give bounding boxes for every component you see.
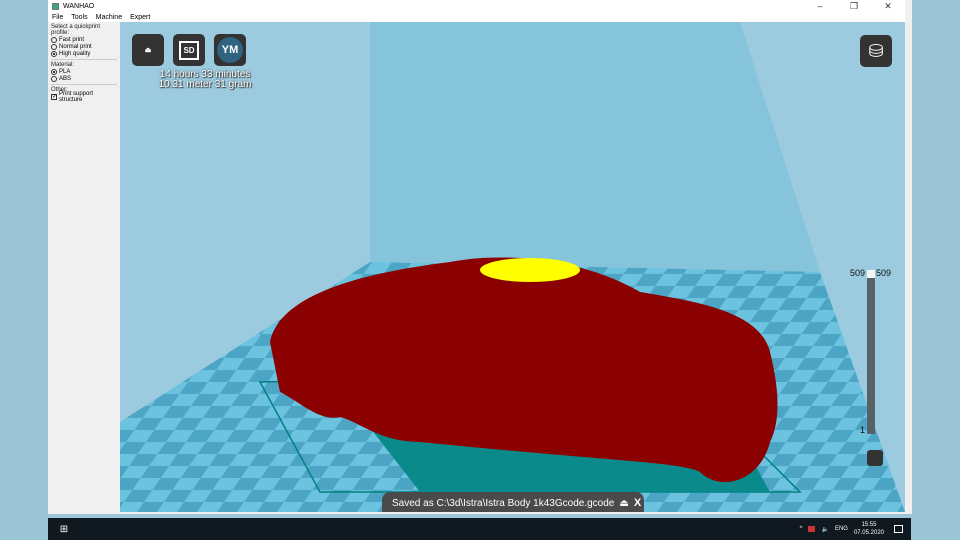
settings-panel: Select a quickprint profile: Fast print … bbox=[48, 22, 120, 514]
toast-message: Saved as C:\3d\Istra\Istra Body 1k43Gcod… bbox=[392, 497, 615, 509]
profile-fast-label: Fast print bbox=[59, 36, 85, 43]
view-mode-button[interactable]: ⛁ bbox=[860, 35, 892, 67]
sd-icon: SD bbox=[179, 40, 199, 60]
youmagine-button[interactable]: YM bbox=[214, 34, 246, 66]
volume-icon[interactable]: 🔈 bbox=[821, 526, 828, 533]
menu-tools[interactable]: Tools bbox=[71, 14, 87, 21]
start-button[interactable]: ⊞ bbox=[52, 518, 76, 540]
maximize-button[interactable]: ❐ bbox=[837, 1, 871, 12]
material-pla[interactable]: PLA bbox=[51, 68, 117, 75]
layer-view-button[interactable] bbox=[867, 450, 883, 466]
material-abs[interactable]: ABS bbox=[51, 75, 117, 82]
3d-viewport[interactable]: ⏏ SD YM 14 hours 33 minutes 10.31 meter … bbox=[120, 22, 905, 512]
title-bar: WANHAO – ❐ ✕ bbox=[48, 0, 905, 12]
clock-date: 07.05.2020 bbox=[853, 530, 884, 536]
clock[interactable]: 15:55 07.05.2020 bbox=[854, 521, 884, 537]
layer-bottom: 1 bbox=[860, 425, 866, 435]
layer-top-left: 509 bbox=[850, 268, 866, 278]
language-indicator[interactable]: ENG bbox=[835, 526, 848, 532]
window-border bbox=[905, 0, 912, 514]
support-label: Print support structure bbox=[59, 90, 94, 103]
layer-slider-handle[interactable] bbox=[867, 270, 875, 278]
support-checkbox[interactable]: ✓ Print support structure bbox=[51, 90, 117, 103]
youmagine-icon: YM bbox=[217, 37, 243, 63]
menu-file[interactable]: File bbox=[52, 14, 63, 21]
profile-high-label: High quality bbox=[59, 50, 91, 57]
menu-bar: File Tools Machine Expert bbox=[48, 12, 905, 22]
notifications-icon[interactable] bbox=[894, 525, 903, 533]
layers-view-icon: ⛁ bbox=[868, 41, 884, 61]
profile-fast[interactable]: Fast print bbox=[51, 36, 117, 43]
eject-icon[interactable]: ⏏ bbox=[619, 498, 628, 509]
layer-slider[interactable] bbox=[867, 270, 875, 434]
profile-normal-label: Normal print bbox=[59, 43, 92, 50]
clock-time: 15:55 bbox=[861, 522, 877, 528]
menu-expert[interactable]: Expert bbox=[130, 14, 150, 21]
tray-chevron-icon[interactable]: ^ bbox=[800, 526, 803, 532]
material-pla-label: PLA bbox=[59, 68, 71, 75]
network-icon[interactable] bbox=[808, 526, 816, 532]
scene bbox=[120, 22, 905, 512]
load-icon: ⏏ bbox=[144, 47, 152, 54]
system-tray: ^ 🔈 ENG 15:55 07.05.2020 bbox=[800, 521, 911, 537]
model-top-layer bbox=[480, 258, 580, 282]
print-material: 10.31 meter 31 gram bbox=[158, 79, 252, 90]
material-abs-label: ABS bbox=[59, 75, 72, 82]
load-model-button[interactable]: ⏏ bbox=[132, 34, 164, 66]
minimize-button[interactable]: – bbox=[803, 1, 837, 12]
menu-machine[interactable]: Machine bbox=[96, 14, 122, 21]
profile-normal[interactable]: Normal print bbox=[51, 43, 117, 50]
save-sd-button[interactable]: SD bbox=[173, 34, 205, 66]
print-stats: 14 hours 33 minutes 10.31 meter 31 gram bbox=[140, 70, 270, 90]
profile-high[interactable]: High quality bbox=[51, 50, 117, 57]
profile-label: Select a quickprint profile: bbox=[51, 24, 101, 36]
windows-icon: ⊞ bbox=[59, 523, 69, 535]
taskbar: ⊞ ^ 🔈 ENG 15:55 07.05.2020 bbox=[48, 518, 911, 540]
app-window: WANHAO – ❐ ✕ File Tools Machine Expert S… bbox=[48, 0, 905, 514]
save-notification: Saved as C:\3d\Istra\Istra Body 1k43Gcod… bbox=[382, 492, 644, 512]
window-title: WANHAO bbox=[63, 2, 95, 10]
close-button[interactable]: ✕ bbox=[871, 1, 905, 12]
layer-top-right: 509 bbox=[876, 268, 892, 278]
app-icon bbox=[52, 2, 59, 10]
toast-close-button[interactable]: X bbox=[634, 497, 641, 509]
